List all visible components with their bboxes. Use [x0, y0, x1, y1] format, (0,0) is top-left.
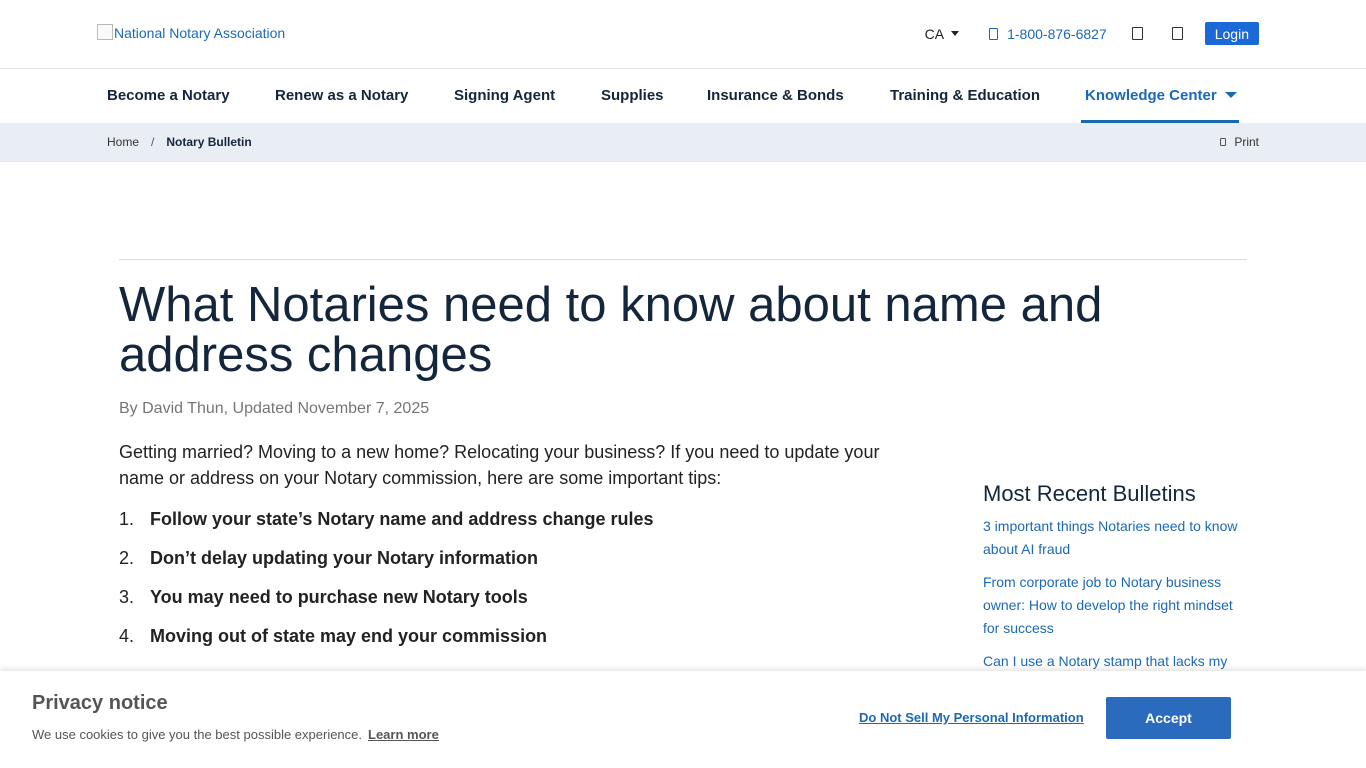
accept-button[interactable]: Accept	[1106, 697, 1231, 739]
phone-icon	[989, 27, 999, 40]
list-item: 2. Don’t delay updating your Notary infor…	[119, 546, 653, 585]
bulletin-link[interactable]: 3 important things Notaries need to know…	[983, 515, 1248, 561]
breadcrumb: Home / Notary Bulletin	[107, 135, 252, 149]
login-button[interactable]: Login	[1204, 22, 1259, 45]
privacy-title: Privacy notice	[32, 692, 168, 714]
tip-text: Don’t delay updating your Notary informa…	[150, 548, 539, 568]
nav-become-notary[interactable]: Become a Notary	[107, 69, 230, 123]
sidebar-heading: Most Recent Bulletins	[983, 481, 1196, 506]
list-item: 3. You may need to purchase new Notary to…	[119, 585, 653, 624]
breadcrumb-current: Notary Bulletin	[166, 135, 252, 149]
bulletin-link[interactable]: Can I use a Notary stamp that lacks my	[983, 650, 1248, 673]
recent-bulletins-sidebar: Most Recent Bulletins 3 important things…	[983, 481, 1248, 683]
state-label: CA	[924, 25, 945, 42]
phone-link[interactable]: 1-800-876-6827	[989, 26, 1107, 42]
tip-text: Moving out of state may end your commiss…	[150, 626, 548, 646]
tip-number: 2.	[119, 548, 135, 568]
utility-nav: CA 1-800-876-6827 Login	[925, 22, 1259, 45]
print-icon	[1220, 138, 1227, 146]
do-not-sell-link[interactable]: Do Not Sell My Personal Information	[859, 710, 1084, 725]
article-divider	[119, 259, 1247, 260]
bulletin-link[interactable]: From corporate job to Notary business ow…	[983, 571, 1248, 640]
list-item: 1. Follow your state’s Notary name and ad…	[119, 507, 653, 546]
nav-knowledge-center[interactable]: Knowledge Center	[1081, 69, 1239, 123]
nav-signing-agent[interactable]: Signing Agent	[454, 69, 555, 123]
tip-number: 1.	[119, 509, 135, 529]
tip-number: 4.	[119, 626, 135, 646]
top-bar: National Notary Association CA 1-800-876…	[0, 0, 1366, 69]
logo-alt-text: National Notary Association	[114, 25, 286, 41]
breadcrumb-separator: /	[151, 135, 155, 149]
state-selector[interactable]: CA	[924, 25, 960, 42]
list-item: 4. Moving out of state may end your commi…	[119, 624, 653, 663]
broken-image-icon	[97, 24, 113, 40]
tip-text: You may need to purchase new Notary tool…	[150, 587, 528, 607]
article-byline: By David Thun, Updated November 7, 2025	[119, 400, 430, 417]
article-intro: Getting married? Moving to a new home? R…	[119, 442, 880, 488]
cart-icon[interactable]	[1171, 27, 1183, 40]
nav-training-education[interactable]: Training & Education	[890, 69, 1040, 123]
privacy-text: We use cookies to give you the best poss…	[32, 727, 363, 742]
tip-number: 3.	[119, 587, 135, 607]
account-icon[interactable]	[1131, 27, 1143, 40]
nav-supplies[interactable]: Supplies	[601, 69, 664, 123]
main-nav: Become a Notary Renew as a Notary Signin…	[0, 69, 1366, 123]
tip-text: Follow your state’s Notary name and addr…	[150, 509, 654, 529]
tips-list: 1. Follow your state’s Notary name and ad…	[119, 507, 653, 663]
article-title: What Notaries need to know about name an…	[119, 278, 1103, 382]
phone-number: 1-800-876-6827	[1007, 25, 1107, 42]
learn-more-link[interactable]: Learn more	[368, 727, 439, 742]
breadcrumb-bar: Home / Notary Bulletin Print	[0, 123, 1366, 162]
privacy-notice-banner: Privacy notice We use cookies to give yo…	[0, 671, 1366, 768]
privacy-body: We use cookies to give you the best poss…	[32, 727, 439, 742]
breadcrumb-home[interactable]: Home	[107, 135, 139, 149]
print-label: Print	[1234, 135, 1259, 149]
nav-knowledge-center-label: Knowledge Center	[1085, 87, 1217, 104]
caret-down-icon	[951, 31, 960, 36]
caret-down-icon	[1224, 92, 1237, 98]
nav-renew-notary[interactable]: Renew as a Notary	[275, 69, 408, 123]
print-button[interactable]: Print	[1220, 135, 1259, 149]
site-logo[interactable]: National Notary Association	[97, 24, 286, 41]
nav-insurance-bonds[interactable]: Insurance & Bonds	[707, 69, 844, 123]
